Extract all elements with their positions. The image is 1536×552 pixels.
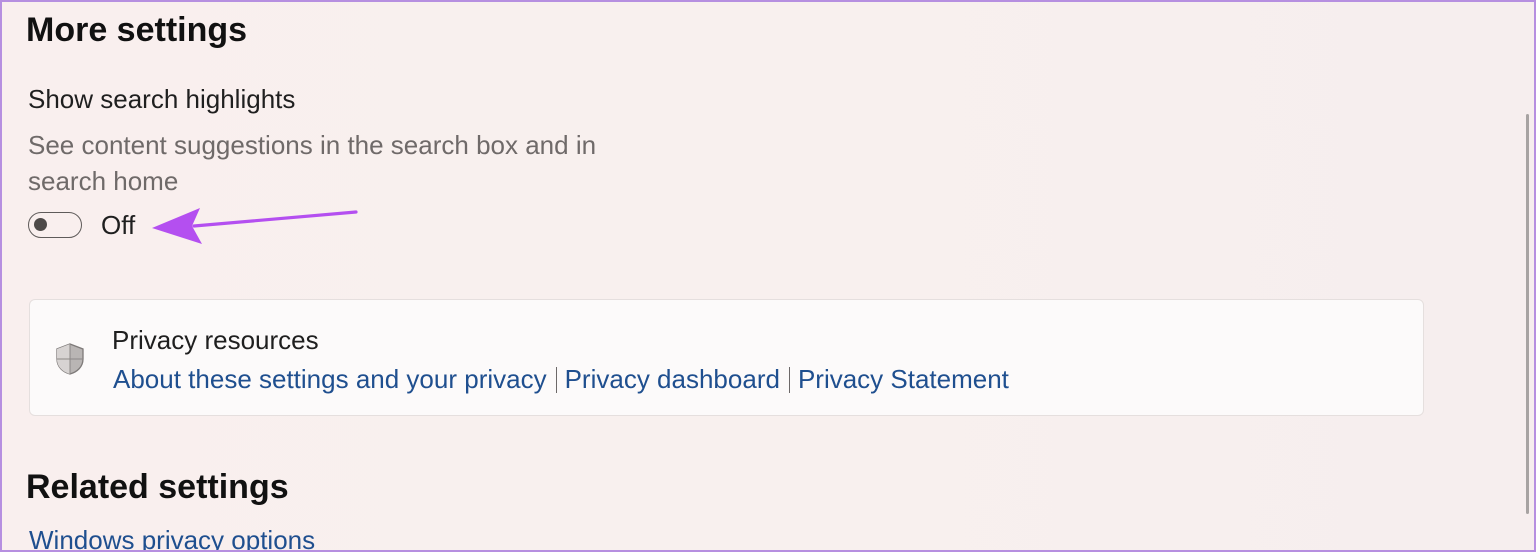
shield-icon	[56, 343, 84, 375]
about-settings-privacy-link[interactable]: About these settings and your privacy	[113, 364, 547, 395]
scrollbar-thumb[interactable]	[1526, 114, 1529, 514]
privacy-resources-title: Privacy resources	[112, 325, 319, 355]
related-settings-heading: Related settings	[26, 468, 289, 506]
link-separator	[788, 366, 790, 393]
toggle-thumb	[34, 218, 47, 231]
privacy-statement-link[interactable]: Privacy Statement	[798, 364, 1009, 395]
search-highlights-title: Show search highlights	[28, 84, 296, 114]
link-separator	[555, 366, 557, 393]
toggle-state-label: Off	[101, 210, 136, 240]
search-highlights-description: See content suggestions in the search bo…	[28, 130, 597, 196]
search-highlights-toggle[interactable]	[28, 212, 82, 238]
annotation-arrow-icon	[152, 208, 358, 244]
more-settings-heading: More settings	[26, 11, 248, 49]
privacy-links: About these settings and your privacy Pr…	[113, 364, 1009, 395]
privacy-resources-card: Privacy resources About these settings a…	[29, 299, 1424, 416]
settings-page: More settings Show search highlights See…	[0, 0, 1536, 552]
windows-privacy-options-link[interactable]: Windows privacy options	[29, 525, 315, 550]
privacy-dashboard-link[interactable]: Privacy dashboard	[565, 364, 780, 395]
